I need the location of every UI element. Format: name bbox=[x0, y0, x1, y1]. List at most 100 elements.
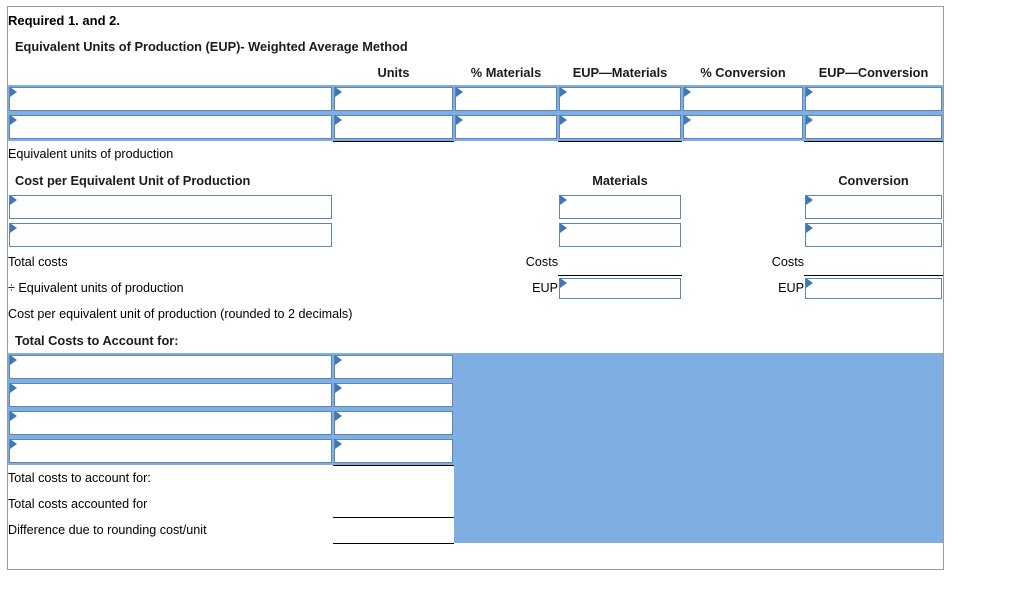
dropdown-marker-icon bbox=[10, 439, 17, 449]
eup-row2-pct-materials-input[interactable] bbox=[454, 113, 558, 141]
column-header-pct-materials: % Materials bbox=[454, 59, 558, 85]
cost-row1-pct-conversion-cell bbox=[682, 193, 804, 221]
eup-row2-eup-conversion-input[interactable] bbox=[804, 113, 944, 141]
cost-per-eup-header-row: Cost per Equivalent Unit of Production M… bbox=[8, 167, 944, 193]
eup-row2-units-input[interactable] bbox=[333, 113, 454, 141]
total-costs-section-header: Total Costs to Account for: bbox=[8, 327, 333, 353]
worksheet-trailing-blank-cell bbox=[8, 543, 944, 569]
equivalent-units-units-cell[interactable] bbox=[333, 140, 454, 167]
cost-row2-units-cell bbox=[333, 221, 454, 249]
cost-row2-label-input[interactable] bbox=[8, 221, 333, 249]
account-for-row3-units-input[interactable] bbox=[333, 409, 454, 437]
cost-row2-materials-input[interactable] bbox=[558, 221, 682, 249]
dropdown-marker-icon bbox=[806, 195, 813, 205]
cost-row1-materials-input[interactable] bbox=[558, 193, 682, 221]
total-costs-section-units-spacer bbox=[333, 327, 454, 353]
column-header-eup-conversion: EUP—Conversion bbox=[804, 59, 944, 85]
difference-rounding-cell[interactable] bbox=[333, 516, 454, 544]
total-costs-accounted-for-cell[interactable] bbox=[333, 491, 454, 517]
difference-rounding-label: Difference due to rounding cost/unit bbox=[8, 517, 333, 543]
total-costs-units-cell bbox=[333, 249, 454, 275]
equivalent-units-row: Equivalent units of production bbox=[8, 140, 944, 167]
total-costs-to-account-for-label: Total costs to account for: bbox=[8, 465, 333, 491]
total-costs-section-header-row: Total Costs to Account for: bbox=[8, 327, 944, 353]
account-for-row2-units-input[interactable] bbox=[333, 381, 454, 409]
eup-row1-units-input[interactable] bbox=[333, 85, 454, 113]
eup-worksheet-table: Required 1. and 2. Equivalent Units of P… bbox=[8, 7, 944, 569]
cost-row1-pct-materials-cell bbox=[454, 193, 558, 221]
page-title: Required 1. and 2. bbox=[8, 7, 944, 33]
cost-per-eup-units-spacer bbox=[333, 167, 454, 193]
eup-row1-pct-materials-input[interactable] bbox=[454, 85, 558, 113]
cost-per-eup-rounded-row: Cost per equivalent unit of production (… bbox=[8, 301, 944, 327]
total-costs-section-eupc-spacer bbox=[804, 327, 944, 353]
eup-row2-label-input[interactable] bbox=[8, 113, 333, 141]
dropdown-marker-icon bbox=[10, 195, 17, 205]
dropdown-marker-icon bbox=[335, 439, 342, 449]
account-for-input-row bbox=[8, 353, 944, 543]
divide-eup-row: ÷ Equivalent units of production EUP EUP bbox=[8, 275, 944, 301]
account-for-row3-label-input[interactable] bbox=[8, 409, 333, 437]
dropdown-marker-icon bbox=[10, 411, 17, 421]
dropdown-marker-icon bbox=[335, 87, 342, 97]
eup-row2-eup-materials-input[interactable] bbox=[558, 113, 682, 141]
eup-row1-eup-materials-input[interactable] bbox=[558, 85, 682, 113]
subheader-materials: Materials bbox=[558, 167, 682, 193]
dropdown-marker-icon bbox=[10, 355, 17, 365]
cost-row1-units-cell bbox=[333, 193, 454, 221]
cost-row1-label-input[interactable] bbox=[8, 193, 333, 221]
dropdown-marker-icon bbox=[560, 223, 567, 233]
eup-row1-pct-conversion-input[interactable] bbox=[682, 85, 804, 113]
equivalent-units-label: Equivalent units of production bbox=[8, 141, 333, 167]
eup-row1-label-input[interactable] bbox=[8, 85, 333, 113]
equivalent-units-pct-conversion-cell bbox=[682, 141, 804, 167]
column-header-units: Units bbox=[333, 59, 454, 85]
account-for-row1-units-input[interactable] bbox=[333, 353, 454, 381]
worksheet-title-row: Required 1. and 2. bbox=[8, 7, 944, 33]
dropdown-marker-icon bbox=[10, 115, 17, 125]
total-costs-conversion-inline-label: Costs bbox=[682, 249, 804, 275]
dropdown-marker-icon bbox=[684, 115, 691, 125]
cost-per-eup-conversion-answer[interactable] bbox=[804, 301, 944, 327]
cost-row1-conversion-input[interactable] bbox=[804, 193, 944, 221]
eup-row2-pct-conversion-input[interactable] bbox=[682, 113, 804, 141]
divide-eup-label: ÷ Equivalent units of production bbox=[8, 275, 333, 301]
account-for-row4-label-input[interactable] bbox=[8, 437, 333, 465]
equivalent-units-eup-materials-answer[interactable] bbox=[558, 140, 682, 167]
account-for-row4-units-input[interactable] bbox=[333, 437, 454, 465]
subheader-conversion: Conversion bbox=[804, 167, 944, 193]
eup-section-header: Equivalent Units of Production (EUP)- We… bbox=[8, 33, 944, 59]
equivalent-units-pct-materials-cell bbox=[454, 141, 558, 167]
dropdown-marker-icon bbox=[456, 87, 463, 97]
total-costs-to-account-for-answer[interactable] bbox=[333, 464, 454, 491]
column-header-row: Units % Materials EUP—Materials % Conver… bbox=[8, 59, 944, 85]
account-for-row2-label-input[interactable] bbox=[8, 381, 333, 409]
equivalent-units-eup-conversion-answer[interactable] bbox=[804, 140, 944, 167]
total-costs-section-eupm-spacer bbox=[558, 327, 682, 353]
dropdown-marker-icon bbox=[684, 87, 691, 97]
total-costs-section-pmat-spacer bbox=[454, 327, 558, 353]
account-for-row1-label-input[interactable] bbox=[8, 353, 333, 381]
dropdown-marker-icon bbox=[456, 115, 463, 125]
eup-row1-eup-conversion-input[interactable] bbox=[804, 85, 944, 113]
eup-section-header-row: Equivalent Units of Production (EUP)- We… bbox=[8, 33, 944, 59]
divide-eup-conversion-input[interactable] bbox=[804, 275, 944, 301]
total-costs-materials-inline-label: Costs bbox=[454, 249, 558, 275]
cost-row2-conversion-input[interactable] bbox=[804, 221, 944, 249]
cost-per-eup-pct-conversion-spacer bbox=[682, 167, 804, 193]
cost-per-eup-pct-conversion-cell bbox=[682, 301, 804, 327]
cost-per-eup-pct-materials-spacer bbox=[454, 167, 558, 193]
cost-row2-pct-materials-cell bbox=[454, 221, 558, 249]
dropdown-marker-icon bbox=[335, 115, 342, 125]
worksheet-panel: Required 1. and 2. Equivalent Units of P… bbox=[7, 6, 944, 570]
cost-per-eup-materials-answer[interactable] bbox=[558, 301, 682, 327]
cost-per-eup-section-header: Cost per Equivalent Unit of Production bbox=[8, 167, 333, 193]
dropdown-marker-icon bbox=[806, 223, 813, 233]
total-costs-conversion-cell[interactable] bbox=[804, 249, 944, 276]
column-header-pct-conversion: % Conversion bbox=[682, 59, 804, 85]
divide-eup-materials-input[interactable] bbox=[558, 275, 682, 301]
eup-input-row bbox=[8, 113, 944, 141]
total-costs-materials-cell[interactable] bbox=[558, 249, 682, 276]
dropdown-marker-icon bbox=[335, 411, 342, 421]
dropdown-marker-icon bbox=[806, 87, 813, 97]
